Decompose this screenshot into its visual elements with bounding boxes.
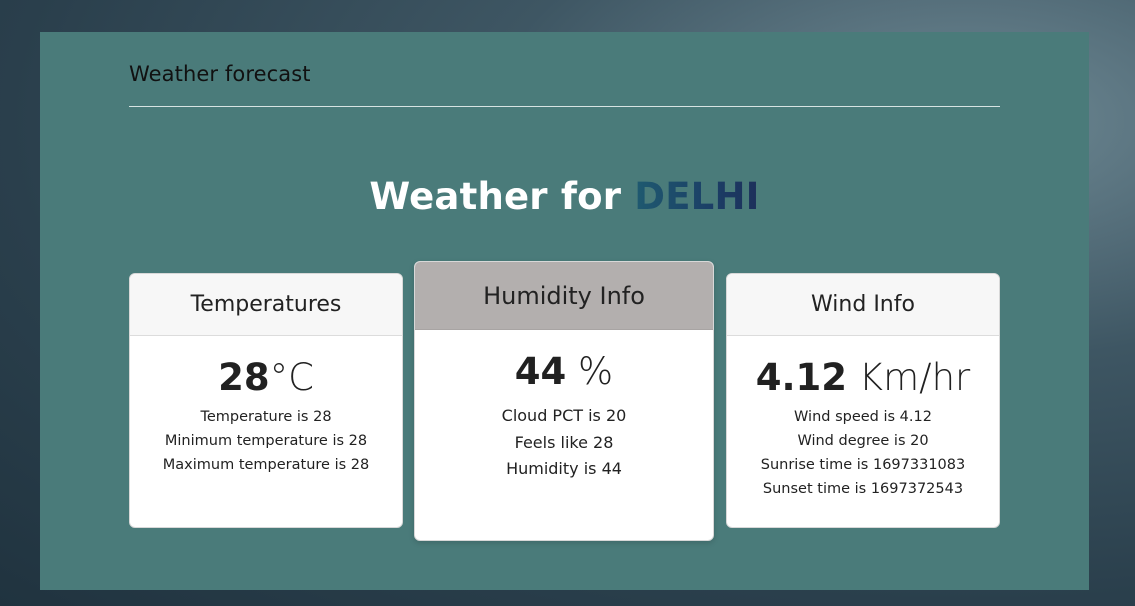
temperature-details: Temperature is 28 Minimum temperature is… (130, 405, 402, 477)
detail-line: Maximum temperature is 28 (162, 457, 370, 473)
detail-line: Wind degree is 20 (797, 433, 929, 449)
wind-value: 4.12 (755, 356, 848, 399)
detail-line: Minimum temperature is 28 (164, 433, 368, 449)
page-heading: Weather for DELHI (40, 175, 1089, 218)
humidity-card: Humidity Info 44 % Cloud PCT is 20 Feels… (414, 261, 714, 541)
wind-details: Wind speed is 4.12 Wind degree is 20 Sun… (727, 405, 999, 501)
app-title: Weather forecast (129, 62, 311, 86)
temperature-value: 28 (218, 356, 270, 399)
wind-unit: Km/hr (847, 356, 971, 399)
wind-value-row: 4.12 Km/hr (727, 356, 999, 399)
humidity-unit: % (566, 350, 614, 393)
detail-line: Humidity is 44 (506, 459, 622, 478)
header-divider (129, 106, 1000, 107)
temperature-value-row: 28°C (130, 356, 402, 399)
heading-prefix: Weather for (369, 175, 635, 218)
wind-card-title: Wind Info (727, 274, 999, 336)
humidity-value-row: 44 % (415, 350, 713, 393)
detail-line: Temperature is 28 (200, 409, 332, 425)
humidity-value: 44 (514, 350, 567, 393)
detail-line: Sunrise time is 1697331083 (760, 457, 966, 473)
detail-line: Cloud PCT is 20 (501, 406, 627, 425)
city-name: DELHI (634, 175, 760, 218)
detail-line: Wind speed is 4.12 (794, 409, 932, 425)
main-panel: Weather forecast Weather for DELHI Tempe… (40, 32, 1089, 590)
detail-line: Sunset time is 1697372543 (762, 481, 964, 497)
temperature-card-title: Temperatures (130, 274, 402, 336)
detail-line: Feels like 28 (514, 432, 614, 452)
humidity-details: Cloud PCT is 20 Feels like 28 Humidity i… (415, 403, 713, 483)
humidity-card-title: Humidity Info (415, 262, 713, 330)
wind-card: Wind Info 4.12 Km/hr Wind speed is 4.12 … (726, 273, 1000, 528)
temperature-card: Temperatures 28°C Temperature is 28 Mini… (129, 273, 403, 528)
temperature-unit: °C (269, 356, 314, 399)
